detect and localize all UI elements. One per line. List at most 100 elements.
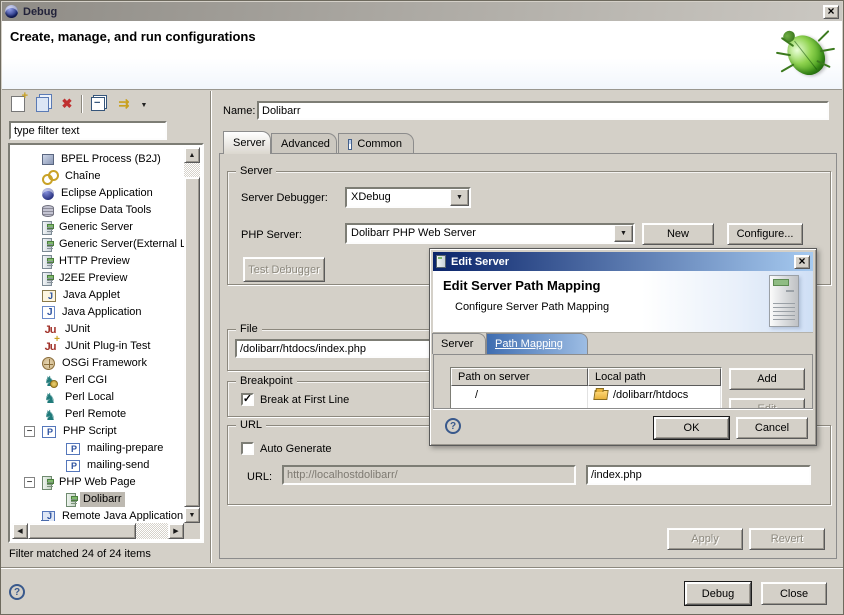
revert-button: Revert xyxy=(749,528,825,550)
tab-path-mapping[interactable]: Path Mapping xyxy=(486,333,588,354)
column-local-path[interactable]: Local path xyxy=(588,368,721,386)
server-debugger-select[interactable]: XDebug xyxy=(345,187,471,208)
edit-server-buttonbar: OK Cancel xyxy=(433,408,813,442)
vertical-scroll-thumb[interactable] xyxy=(184,177,200,507)
auto-generate-label: Auto Generate xyxy=(260,442,332,456)
duplicate-icon xyxy=(36,97,49,112)
server-tower-icon xyxy=(769,275,799,327)
dialog-help-button[interactable] xyxy=(445,418,461,434)
chevron-down-icon[interactable] xyxy=(450,189,469,206)
filter-input[interactable] xyxy=(9,121,167,140)
banner-title: Create, manage, and run configurations xyxy=(10,29,256,44)
tree-item-osgi-framework[interactable]: OSGi Framework xyxy=(12,355,184,372)
scroll-right-button[interactable] xyxy=(168,523,184,539)
perl-icon xyxy=(42,407,58,423)
tab-advanced[interactable]: Advanced xyxy=(271,133,337,154)
tree-item-mailing-prepare[interactable]: mailing-prepare xyxy=(12,440,184,457)
scrollbar-corner xyxy=(184,523,200,539)
php-web-page-icon xyxy=(42,476,52,490)
window-titlebar[interactable]: Debug xyxy=(2,2,842,21)
edit-server-banner: Edit Server Path Mapping Configure Serve… xyxy=(433,271,813,333)
ok-button[interactable]: OK xyxy=(654,417,729,439)
add-mapping-button[interactable]: Add xyxy=(729,368,805,390)
tree-item-java-application[interactable]: Java Application xyxy=(12,304,184,321)
base-url-input xyxy=(282,465,576,485)
name-input[interactable] xyxy=(257,101,829,120)
tree-item-php-script[interactable]: PHP Script xyxy=(12,423,184,440)
collapse-expander-icon[interactable] xyxy=(24,426,35,437)
chevron-down-icon[interactable] xyxy=(614,225,633,242)
tree-item-perl-remote[interactable]: Perl Remote xyxy=(12,406,184,423)
new-config-button[interactable] xyxy=(7,93,29,115)
tree-horizontal-scrollbar[interactable] xyxy=(12,523,184,539)
cell-local-path: /dolibarr/htdocs xyxy=(588,386,721,403)
launch-config-tree: BPEL Process (B2J) Chaîne Eclipse Applic… xyxy=(8,143,204,543)
tree-item-junit-plugin-test[interactable]: JUnit Plug-in Test xyxy=(12,338,184,355)
server-debugger-label: Server Debugger: xyxy=(241,191,328,205)
edit-server-heading: Edit Server Path Mapping xyxy=(443,278,600,293)
table-icon xyxy=(348,139,352,150)
help-button[interactable] xyxy=(9,584,25,600)
table-row[interactable]: / /dolibarr/htdocs xyxy=(451,386,721,403)
tree-item-eclipse-application[interactable]: Eclipse Application xyxy=(12,185,184,202)
break-first-line-checkbox[interactable] xyxy=(241,393,254,406)
tree-item-bpel-process[interactable]: BPEL Process (B2J) xyxy=(12,151,184,168)
tree-item-java-applet[interactable]: Java Applet xyxy=(12,287,184,304)
new-server-button[interactable]: New xyxy=(642,223,714,245)
column-path-on-server[interactable]: Path on server xyxy=(451,368,588,386)
database-icon xyxy=(42,205,54,217)
tree-item-eclipse-data-tools[interactable]: Eclipse Data Tools xyxy=(12,202,184,219)
panel-divider[interactable] xyxy=(210,91,212,563)
java-application-icon xyxy=(42,306,55,319)
scroll-left-button[interactable] xyxy=(12,523,28,539)
perl-icon xyxy=(42,390,58,406)
toolbar-separator xyxy=(81,95,82,113)
test-debugger-button: Test Debugger xyxy=(243,257,325,282)
eclipse-logo-icon xyxy=(5,5,18,18)
close-button[interactable]: Close xyxy=(761,582,827,605)
filter-button[interactable] xyxy=(113,93,135,115)
name-label: Name: xyxy=(223,104,255,118)
scroll-down-button[interactable] xyxy=(184,507,200,523)
collapse-expander-icon[interactable] xyxy=(24,477,35,488)
collapse-all-button[interactable] xyxy=(87,93,109,115)
tree-item-mailing-send[interactable]: mailing-send xyxy=(12,457,184,474)
window-title: Debug xyxy=(23,6,823,18)
cell-path-on-server: / xyxy=(451,386,588,403)
tree-item-http-preview[interactable]: HTTP Preview xyxy=(12,253,184,270)
tree-item-junit[interactable]: JUnit xyxy=(12,321,184,338)
tree-item-dolibarr[interactable]: Dolibarr xyxy=(12,491,184,508)
tree-item-generic-server-external[interactable]: Generic Server(External La xyxy=(12,236,184,253)
auto-generate-checkbox[interactable] xyxy=(241,442,254,455)
close-icon xyxy=(798,256,805,267)
url-path-input[interactable] xyxy=(586,465,811,485)
configure-server-button[interactable]: Configure... xyxy=(727,223,803,245)
edit-server-titlebar[interactable]: Edit Server xyxy=(433,252,813,271)
tree-item-remote-java-application[interactable]: Remote Java Application xyxy=(12,508,184,521)
tab-edit-server[interactable]: Server xyxy=(432,333,486,354)
debug-button[interactable]: Debug xyxy=(685,582,751,605)
toolbar-menu-button[interactable] xyxy=(137,93,151,115)
cancel-button[interactable]: Cancel xyxy=(736,417,808,439)
delete-config-button[interactable] xyxy=(56,93,78,115)
tree-item-php-web-page[interactable]: PHP Web Page xyxy=(12,474,184,491)
tree-item-j2ee-preview[interactable]: J2EE Preview xyxy=(12,270,184,287)
tab-server[interactable]: Server xyxy=(223,131,271,154)
window-close-button[interactable] xyxy=(823,5,839,19)
tree-item-generic-server[interactable]: Generic Server xyxy=(12,219,184,236)
tree-item-perl-local[interactable]: Perl Local xyxy=(12,389,184,406)
php-server-select[interactable]: Dolibarr PHP Web Server xyxy=(345,223,635,244)
tree-item-chaine[interactable]: Chaîne xyxy=(12,168,184,185)
scroll-up-button[interactable] xyxy=(184,147,200,163)
tab-common[interactable]: Common xyxy=(338,133,414,154)
horizontal-scroll-thumb[interactable] xyxy=(28,523,136,539)
perl-cgi-icon xyxy=(42,373,58,389)
php-file-icon xyxy=(66,460,80,472)
tree-item-perl-cgi[interactable]: Perl CGI xyxy=(12,372,184,389)
debug-bug-icon xyxy=(774,25,836,85)
duplicate-config-button[interactable] xyxy=(31,93,53,115)
edit-server-close-button[interactable] xyxy=(794,255,810,269)
php-script-icon xyxy=(42,426,56,438)
tree-vertical-scrollbar[interactable] xyxy=(184,147,200,523)
server-icon xyxy=(42,272,52,286)
